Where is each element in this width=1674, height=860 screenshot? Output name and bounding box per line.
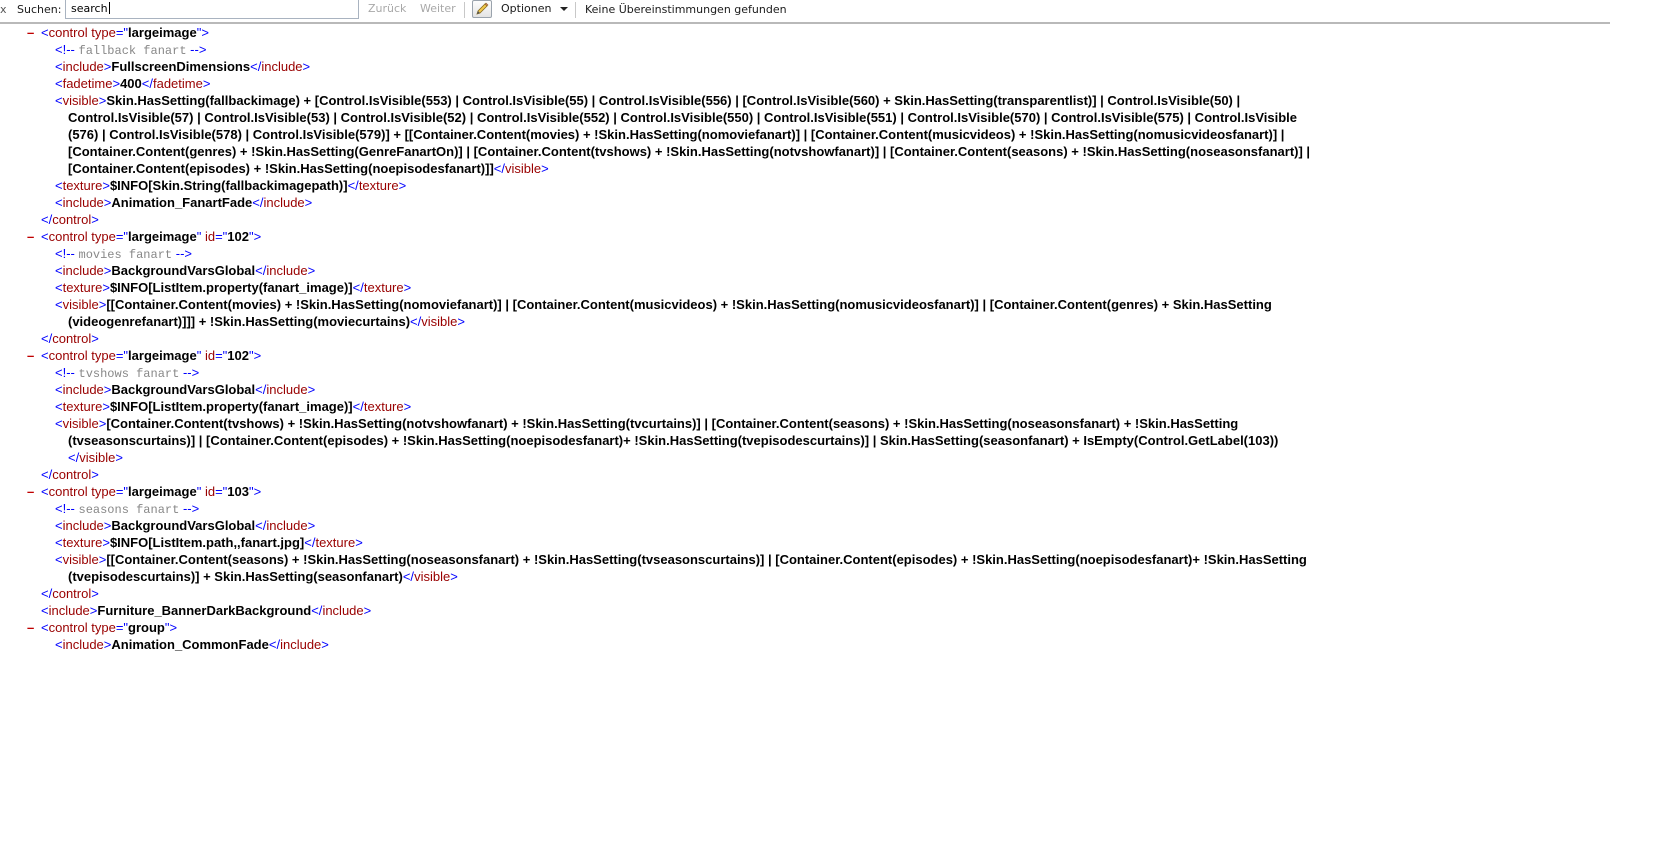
visible-line-cont: (videogenrefanart)]]] + !Skin.HasSetting…: [68, 314, 465, 329]
include-line: <include>Animation_FanartFade</include>: [55, 195, 313, 210]
control-open-tag: <control type="group">: [41, 620, 178, 635]
include-line: <include>Furniture_BannerDarkBackground<…: [41, 603, 372, 618]
collapse-toggle[interactable]: –: [27, 24, 34, 41]
xml-line: – <control type="largeimage" id="103">: [0, 483, 1610, 500]
fadetime-line: <fadetime>400</fadetime>: [55, 76, 211, 91]
visible-line-cont: [Container.Content(genres) + !Skin.HasSe…: [68, 144, 1311, 159]
separator: [575, 2, 576, 18]
texture-line: <texture>$INFO[ListItem.property(fanart_…: [55, 399, 412, 414]
control-open-tag: <control type="largeimage">: [41, 25, 209, 40]
chevron-down-icon[interactable]: [560, 7, 568, 11]
xml-comment: <!-- tvshows fanart -->: [55, 365, 200, 381]
back-button[interactable]: Zurück: [368, 2, 406, 15]
control-close-tag: </control>: [41, 586, 99, 601]
collapse-toggle[interactable]: –: [27, 347, 34, 364]
include-line: <include>FullscreenDimensions</include>: [55, 59, 311, 74]
xml-line: – <control type="largeimage" id="102">: [0, 228, 1610, 245]
find-bar: x Suchen: search Zurück Weiter Optionen …: [0, 0, 1610, 24]
collapse-toggle[interactable]: –: [27, 619, 34, 636]
visible-line-cont: Control.IsVisible(57) | Control.IsVisibl…: [68, 110, 1298, 125]
xml-comment: <!-- seasons fanart -->: [55, 501, 200, 517]
search-input-value: search: [71, 2, 108, 15]
control-open-tag: <control type="largeimage" id="102">: [41, 348, 262, 363]
include-line: <include>BackgroundVarsGlobal</include>: [55, 263, 316, 278]
visible-line: <visible>[Container.Content(tvshows) + !…: [55, 416, 1239, 431]
xml-comment: <!-- fallback fanart -->: [55, 42, 207, 58]
collapse-toggle[interactable]: –: [27, 483, 34, 500]
include-line: <include>BackgroundVarsGlobal</include>: [55, 518, 316, 533]
control-open-tag: <control type="largeimage" id="102">: [41, 229, 262, 244]
control-close-tag: </control>: [41, 467, 99, 482]
close-icon[interactable]: x: [0, 3, 10, 16]
texture-line: <texture>$INFO[ListItem.property(fanart_…: [55, 280, 412, 295]
search-label: Suchen:: [17, 3, 62, 16]
collapse-toggle[interactable]: –: [27, 228, 34, 245]
text-caret: [108, 2, 110, 14]
control-close-tag: </control>: [41, 331, 99, 346]
control-close-tag: </control>: [41, 212, 99, 227]
texture-line: <texture>$INFO[ListItem.path,,fanart.jpg…: [55, 535, 363, 550]
visible-line: <visible>Skin.HasSetting(fallbackimage) …: [55, 93, 1241, 108]
visible-line-cont: (576) | Control.IsVisible(578) | Control…: [68, 127, 1285, 142]
xml-line: – <control type="largeimage">: [0, 24, 1610, 41]
texture-line: <texture>$INFO[Skin.String(fallbackimage…: [55, 178, 407, 193]
visible-line: <visible>[[Container.Content(movies) + !…: [55, 297, 1272, 312]
options-menu[interactable]: Optionen: [501, 2, 551, 15]
xml-line: – <control type="largeimage" id="102">: [0, 347, 1610, 364]
include-line: <include>Animation_CommonFade</include>: [55, 637, 329, 652]
xml-comment: <!-- movies fanart -->: [55, 246, 192, 262]
visible-line-cont: (tvepisodescurtains)] + Skin.HasSetting(…: [68, 569, 458, 584]
search-status: Keine Übereinstimmungen gefunden: [585, 3, 787, 16]
visible-line-cont: (tvseasonscurtains)] | [Container.Conten…: [68, 433, 1279, 448]
include-line: <include>BackgroundVarsGlobal</include>: [55, 382, 316, 397]
separator: [464, 2, 465, 18]
xml-view: – <control type="largeimage"> <!-- fallb…: [0, 24, 1610, 653]
next-button[interactable]: Weiter: [420, 2, 456, 15]
xml-line: – <control type="group">: [0, 619, 1610, 636]
search-input[interactable]: search: [65, 0, 359, 19]
visible-line: <visible>[[Container.Content(seasons) + …: [55, 552, 1307, 567]
visible-close-tag: </visible>: [68, 450, 123, 465]
control-open-tag: <control type="largeimage" id="103">: [41, 484, 262, 499]
pencil-icon[interactable]: [472, 0, 492, 18]
visible-line-cont: [Container.Content(episodes) + !Skin.Has…: [68, 161, 549, 176]
